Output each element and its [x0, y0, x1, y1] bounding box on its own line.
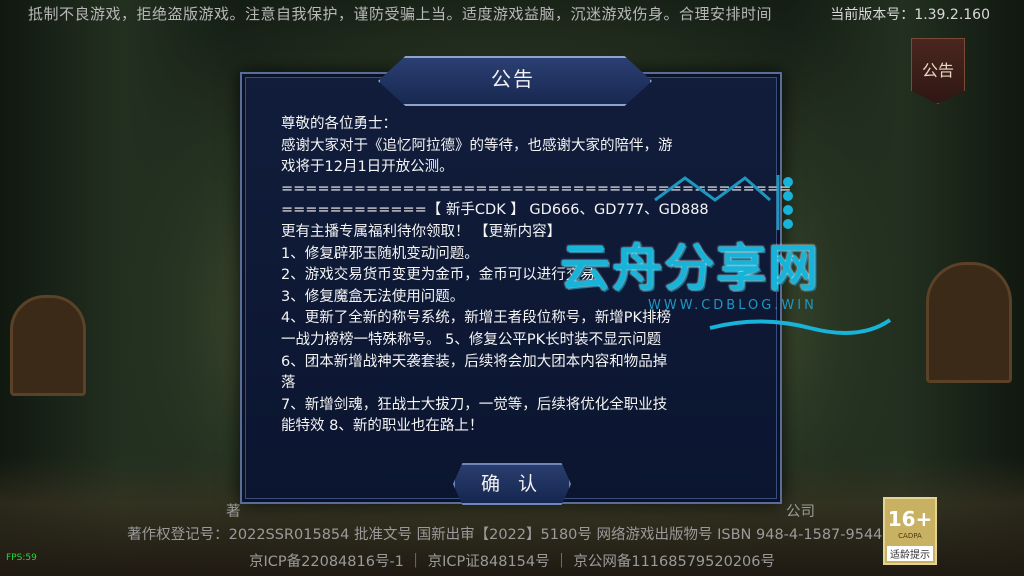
age-rating-org: CADPA: [898, 532, 922, 540]
version-label: 当前版本号：1.39.2.160: [830, 7, 990, 23]
announcement-line: 戏将于12月1日开放公测。: [281, 159, 454, 176]
age-rating-tip: 适龄提示: [887, 546, 933, 561]
announcement-line: 能特效 8、新的职业也在路上！: [281, 418, 484, 435]
announcement-line: 尊敬的各位勇士：: [281, 116, 397, 132]
watermark-text: 云舟分享网: [560, 239, 820, 297]
announcement-line: 落: [281, 375, 296, 392]
announcement-line: ========================================…: [281, 180, 792, 197]
announcement-line: 7、新增剑魂，狂战士大拔刀，一觉等，后续将优化全职业技: [281, 396, 668, 413]
fps-counter: FPS:59: [6, 553, 37, 563]
tree-door-right: [926, 262, 1012, 383]
age-rating-badge: 16+ CADPA 适龄提示: [883, 497, 937, 565]
tree-door-left: [10, 295, 86, 396]
notice-tab-button[interactable]: 公告: [911, 38, 965, 104]
announcement-line: 6、团本新增战神天袭套装，后续将会加大团本内容和物品掉: [281, 353, 668, 370]
dialog-title: 公告: [491, 67, 535, 91]
footer-copyright-left: 著: [226, 504, 241, 520]
footer-icp-line: 京ICP备22084816号-1 ｜ 京ICP证848154号 ｜ 京公网备11…: [249, 554, 775, 570]
footer-registration-line: 著作权登记号：2022SSR015854 批准文号 国新出审【2022】5180…: [127, 527, 897, 543]
announcement-line: 一战力榜榜一特殊称号。 5、修复公平PK长时装不显示问题: [281, 331, 662, 348]
age-rating-number: 16+: [887, 507, 933, 531]
announcement-line: ============【 新手CDK 】 GD666、GD777、GD888: [281, 202, 709, 219]
health-notice-marquee: 抵制不良游戏，拒绝盗版游戏。注意自我保护，谨防受骗上当。适度游戏益脑，沉迷游戏伤…: [28, 5, 773, 23]
watermark-url: WWW.CDBLOG.WIN: [648, 298, 817, 313]
confirm-button[interactable]: [453, 463, 571, 505]
announcement-line: 感谢大家对于《追忆阿拉德》的等待，也感谢大家的陪伴，游: [281, 137, 673, 154]
footer-copyright-right: 公司: [786, 504, 815, 520]
